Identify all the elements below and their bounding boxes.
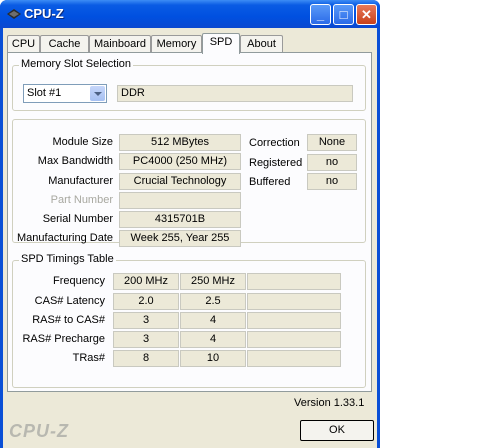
cpuz-app-icon [7, 9, 21, 19]
max-bandwidth-field: PC4000 (250 MHz) [119, 153, 241, 170]
slot-selection-group: Memory Slot Selection Slot #1 DDR [12, 58, 366, 111]
tab-memory[interactable]: Memory [151, 35, 202, 53]
timing-cell [247, 331, 341, 348]
registered-label: Registered [249, 157, 303, 169]
timing-cell: 200 MHz [113, 273, 179, 290]
part-number-field [119, 192, 241, 209]
slot-select-value: Slot #1 [27, 87, 62, 99]
timing-cell: 3 [113, 312, 179, 329]
tab-cpu[interactable]: CPU [7, 35, 40, 53]
tab-cache[interactable]: Cache [40, 35, 89, 53]
serial-number-label: Serial Number [42, 213, 113, 225]
client-area: CPU Cache Mainboard Memory SPD About Mem… [3, 28, 377, 448]
slot-selection-title: Memory Slot Selection [19, 58, 134, 70]
timing-cell [247, 293, 341, 310]
max-bandwidth-label: Max Bandwidth [37, 155, 113, 167]
module-size-label: Module Size [52, 136, 113, 148]
timing-cell: 4 [180, 331, 246, 348]
timing-cell: 2.0 [113, 293, 179, 310]
timing-row-label: TRas# [72, 352, 105, 364]
manufacturing-date-label: Manufacturing Date [17, 232, 113, 244]
ok-button[interactable]: OK [300, 420, 374, 441]
timing-row-label: RAS# to CAS# [32, 314, 105, 326]
maximize-button[interactable]: □ [333, 4, 354, 25]
correction-field: None [307, 134, 357, 151]
version-label: Version 1.33.1 [294, 397, 365, 409]
part-number-label: Part Number [50, 194, 113, 206]
timing-row-label: Frequency [53, 275, 105, 287]
cpuz-window: CPU-Z _ □ ✕ CPU Cache Mainboard Memory S… [0, 0, 380, 448]
manufacturer-field: Crucial Technology [119, 173, 241, 190]
window-title: CPU-Z [24, 6, 64, 21]
tab-mainboard[interactable]: Mainboard [89, 35, 151, 53]
spd-timings-group: SPD Timings Table Frequency 200 MHz 250 … [12, 253, 366, 388]
timing-cell: 2.5 [180, 293, 246, 310]
cpuz-brand-logo: CPU-Z [9, 421, 69, 441]
serial-number-field: 4315701B [119, 211, 241, 228]
buffered-field: no [307, 173, 357, 190]
manufacturer-label: Manufacturer [48, 175, 113, 187]
timing-cell [247, 350, 341, 367]
title-bar[interactable]: CPU-Z _ □ ✕ [0, 0, 380, 28]
slot-select[interactable]: Slot #1 [23, 84, 107, 103]
close-button[interactable]: ✕ [356, 4, 377, 25]
tab-spd[interactable]: SPD [202, 33, 240, 54]
timing-cell [247, 312, 341, 329]
correction-label: Correction [249, 137, 300, 149]
timing-cell [247, 273, 341, 290]
timing-row-label: RAS# Precharge [22, 333, 105, 345]
tab-about[interactable]: About [240, 35, 283, 53]
buffered-label: Buffered [249, 176, 291, 188]
registered-field: no [307, 154, 357, 171]
module-size-field: 512 MBytes [119, 134, 241, 151]
manufacturing-date-field: Week 255, Year 255 [119, 230, 241, 247]
spd-timings-title: SPD Timings Table [19, 253, 116, 265]
minimize-button[interactable]: _ [310, 4, 331, 25]
timing-cell: 10 [180, 350, 246, 367]
chevron-down-icon[interactable] [90, 86, 105, 101]
timing-cell: 4 [180, 312, 246, 329]
timing-row-label: CAS# Latency [34, 295, 105, 307]
timing-cell: 3 [113, 331, 179, 348]
timing-cell: 8 [113, 350, 179, 367]
spd-page: Memory Slot Selection Slot #1 DDR Module… [7, 52, 372, 392]
memory-type-field: DDR [117, 85, 353, 102]
module-info-group: Module Size 512 MBytes Max Bandwidth PC4… [12, 119, 366, 247]
timing-cell: 250 MHz [180, 273, 246, 290]
